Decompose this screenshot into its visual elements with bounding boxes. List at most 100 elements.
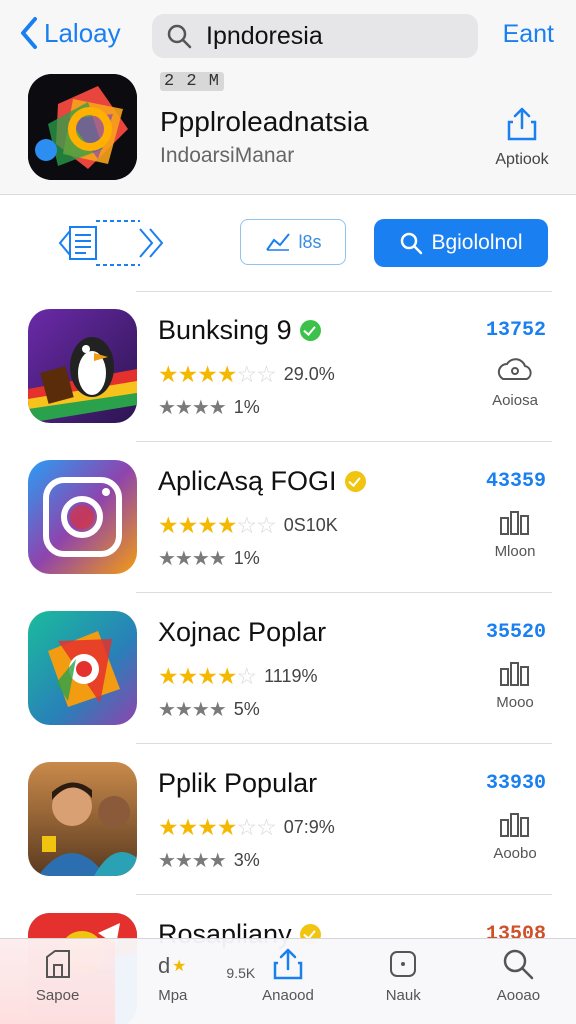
review-count-value: 5%	[233, 699, 260, 719]
featured-title: Ppplroleadnatsia	[160, 106, 369, 137]
app-action-button[interactable]: Mloon	[484, 506, 546, 560]
tab-label: Aooao	[496, 987, 541, 1004]
review-count-value: 1%	[233, 548, 260, 568]
rating-value: 1119%	[264, 666, 318, 686]
search-bar[interactable]	[152, 14, 478, 58]
app-price: 35520	[485, 621, 546, 644]
review-count: ★★★★ 3%	[158, 850, 260, 871]
search-icon	[167, 24, 192, 49]
star-rating-icon: ★★★★☆☆	[158, 361, 277, 387]
review-count: ★★★★ 1%	[158, 397, 260, 418]
list-item[interactable]: Bunksing 9 ★★★★☆☆ 29.0% ★★★★ 1% 13752 Ao…	[0, 291, 576, 442]
app-name-text: Pplik Popular	[158, 768, 318, 798]
trend-icon	[266, 233, 291, 251]
share-icon	[507, 107, 537, 141]
bar-chart-icon	[500, 813, 529, 837]
verified-badge-icon	[344, 471, 366, 492]
featured-app[interactable]: 2 2 M Ppplroleadnatsia IndoarsiManar Apt…	[0, 70, 576, 195]
tab-box[interactable]: Nauk	[346, 939, 461, 1024]
app-action-button[interactable]: Aoobo	[484, 808, 546, 862]
star-rating-icon: ★★★★☆☆	[158, 512, 277, 538]
tab-label: Nauk	[385, 987, 421, 1004]
chevron-left-icon	[21, 17, 37, 49]
cloud-icon	[497, 358, 532, 380]
tab-upload[interactable]: Anaood 9.5K	[226, 939, 345, 1024]
tab-bar: Sapoe d ★ Mpa Anaood 9.5K Nauk Aooao	[0, 938, 576, 1024]
list-item[interactable]: Xojnac Poplar ★★★★☆ 1119% ★★★★ 5% 35520 …	[0, 593, 576, 744]
app-action-label: Aoiosa	[492, 392, 538, 409]
share-button[interactable]: Aptiook	[494, 106, 550, 169]
tab-search[interactable]: Aooao	[461, 939, 576, 1024]
app-icon	[28, 460, 137, 574]
app-action-label: Aoobo	[493, 845, 537, 862]
app-name: Bunksing 9	[158, 315, 321, 346]
app-name: AplicAsą FOGI	[158, 466, 366, 497]
star-icon: ★★★★	[158, 698, 227, 721]
app-name: Xojnac Poplar	[158, 617, 326, 648]
app-icon	[28, 309, 137, 423]
rating-value: 29.0%	[283, 364, 335, 384]
app-action-label: Mooo	[496, 694, 534, 711]
chart-button-label: l8s	[298, 231, 322, 252]
tab-ratings[interactable]: d ★ Mpa	[115, 939, 230, 1024]
star-rating-icon: ★★★★☆☆	[158, 814, 277, 840]
featured-subtitle: IndoarsiManar	[160, 144, 295, 167]
back-label: Laloay	[44, 17, 121, 48]
review-count: ★★★★ 1%	[158, 548, 260, 569]
svg-text:d: d	[158, 953, 170, 978]
app-price: 33930	[485, 772, 546, 795]
tab-label: Sapoe	[35, 987, 80, 1004]
rating-icon: d ★	[158, 953, 186, 978]
edit-button[interactable]: Eant	[503, 20, 554, 49]
star-icon: ★★★★	[158, 547, 227, 570]
app-action-button[interactable]: Aoiosa	[484, 355, 546, 409]
featured-badge: 2 2 M	[160, 72, 225, 91]
star-icon: ★★★★	[158, 396, 227, 419]
app-icon	[28, 611, 137, 725]
review-count-value: 1%	[233, 397, 260, 417]
back-button[interactable]: Laloay	[18, 16, 121, 50]
search-icon	[401, 232, 423, 255]
rating: ★★★★☆☆ 0S10K	[158, 514, 338, 537]
primary-search-button[interactable]: Bgiololnol	[374, 219, 548, 267]
star-rating-icon: ★★★★☆	[158, 663, 257, 689]
featured-app-icon	[28, 74, 137, 180]
app-list: Bunksing 9 ★★★★☆☆ 29.0% ★★★★ 1% 13752 Ao…	[0, 291, 576, 1024]
app-icon	[28, 762, 137, 876]
top-bar: Laloay Eant	[0, 0, 576, 70]
star-icon: ★★★★	[158, 849, 227, 872]
chart-button[interactable]: l8s	[240, 219, 346, 265]
app-action-label: Mloon	[494, 543, 536, 560]
rating: ★★★★☆☆ 07:9%	[158, 816, 335, 839]
tab-label: Anaood	[262, 987, 314, 1004]
rating-value: 07:9%	[283, 817, 335, 837]
search-input[interactable]	[206, 21, 456, 51]
upload-icon	[273, 948, 303, 980]
tab-label: Mpa	[158, 987, 188, 1004]
bar-chart-icon	[500, 662, 529, 686]
app-name-text: AplicAsą FOGI	[158, 466, 337, 496]
app-name: Pplik Popular	[158, 768, 317, 799]
store-icon	[45, 950, 70, 978]
list-item[interactable]: Pplik Popular ★★★★☆☆ 07:9% ★★★★ 3% 33930…	[0, 744, 576, 895]
app-name-text: Bunksing 9	[158, 315, 292, 345]
review-count-value: 3%	[233, 850, 260, 870]
tab-store[interactable]: Sapoe	[0, 939, 116, 1024]
app-price: 13752	[485, 319, 546, 342]
list-view-button[interactable]	[56, 217, 168, 269]
search-icon	[504, 949, 534, 980]
rating: ★★★★☆ 1119%	[158, 665, 318, 688]
box-icon	[390, 951, 417, 977]
rating: ★★★★☆☆ 29.0%	[158, 363, 335, 386]
verified-badge-icon	[299, 320, 321, 341]
bar-chart-icon	[500, 511, 529, 535]
list-item[interactable]: AplicAsą FOGI ★★★★☆☆ 0S10K ★★★★ 1% 43359…	[0, 442, 576, 593]
app-action-button[interactable]: Mooo	[484, 657, 546, 711]
svg-text:★: ★	[172, 958, 186, 975]
tab-extra: 9.5K	[226, 965, 256, 981]
rating-value: 0S10K	[283, 515, 338, 535]
share-label: Aptiook	[495, 151, 549, 168]
review-count: ★★★★ 5%	[158, 699, 260, 720]
primary-button-label: Bgiololnol	[431, 231, 523, 254]
app-price: 43359	[485, 470, 546, 493]
